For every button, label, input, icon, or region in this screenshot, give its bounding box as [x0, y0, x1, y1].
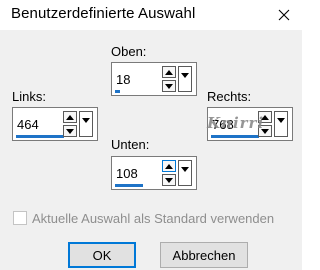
- arrow-up-icon: [66, 114, 74, 120]
- title-bar: Benutzerdefinierte Auswahl: [0, 0, 302, 30]
- bottom-dropdown-button[interactable]: [178, 160, 192, 186]
- left-label: Links:: [12, 89, 46, 104]
- left-value-bar: [16, 135, 64, 138]
- top-spinbox[interactable]: 18: [111, 62, 197, 96]
- right-label: Rechts:: [207, 89, 252, 104]
- arrow-up-icon: [165, 69, 173, 75]
- top-dropdown-button[interactable]: [178, 66, 192, 92]
- left-value[interactable]: 464: [17, 117, 39, 132]
- bottom-decrement-button[interactable]: [162, 174, 176, 186]
- left-decrement-button[interactable]: [63, 125, 77, 137]
- cancel-button[interactable]: Abbrechen: [160, 242, 248, 268]
- watermark-logo: Knirri: [207, 114, 265, 132]
- dropdown-arrow-icon: [82, 118, 90, 123]
- bottom-spinbox[interactable]: 108: [111, 156, 197, 190]
- dialog-body: Oben: 18 Links: 464 Rechts: 768 Unten: 1…: [0, 30, 302, 270]
- dropdown-arrow-icon: [181, 167, 189, 172]
- dropdown-arrow-icon: [277, 118, 285, 123]
- dropdown-arrow-icon: [181, 73, 189, 78]
- arrow-down-icon: [165, 177, 173, 183]
- arrow-down-icon: [66, 128, 74, 134]
- arrow-down-icon: [165, 83, 173, 89]
- left-spinbox[interactable]: 464: [12, 107, 98, 141]
- bottom-spin-arrows: [162, 160, 176, 186]
- top-value[interactable]: 18: [116, 72, 130, 87]
- left-increment-button[interactable]: [63, 111, 77, 123]
- save-default-checkbox-row[interactable]: Aktuelle Auswahl als Standard verwenden: [13, 210, 274, 226]
- dialog-title: Benutzerdefinierte Auswahl: [11, 5, 196, 22]
- bottom-label: Unten:: [111, 137, 150, 152]
- bottom-increment-button[interactable]: [162, 160, 176, 172]
- close-icon: [278, 9, 290, 21]
- top-decrement-button[interactable]: [162, 80, 176, 92]
- save-default-checkbox-label: Aktuelle Auswahl als Standard verwenden: [32, 210, 275, 226]
- bottom-value-bar: [115, 184, 143, 187]
- close-button[interactable]: [266, 0, 302, 30]
- save-default-checkbox[interactable]: [13, 211, 27, 225]
- top-increment-button[interactable]: [162, 66, 176, 78]
- left-dropdown-button[interactable]: [79, 111, 93, 137]
- top-spin-arrows: [162, 66, 176, 92]
- ok-button[interactable]: OK: [68, 242, 136, 268]
- right-dropdown-button[interactable]: [274, 111, 288, 137]
- right-value-bar: [211, 135, 259, 138]
- top-label: Oben:: [111, 44, 147, 59]
- bottom-value[interactable]: 108: [116, 166, 138, 181]
- left-spin-arrows: [63, 111, 77, 137]
- arrow-up-icon: [165, 163, 173, 169]
- top-value-bar: [115, 90, 120, 93]
